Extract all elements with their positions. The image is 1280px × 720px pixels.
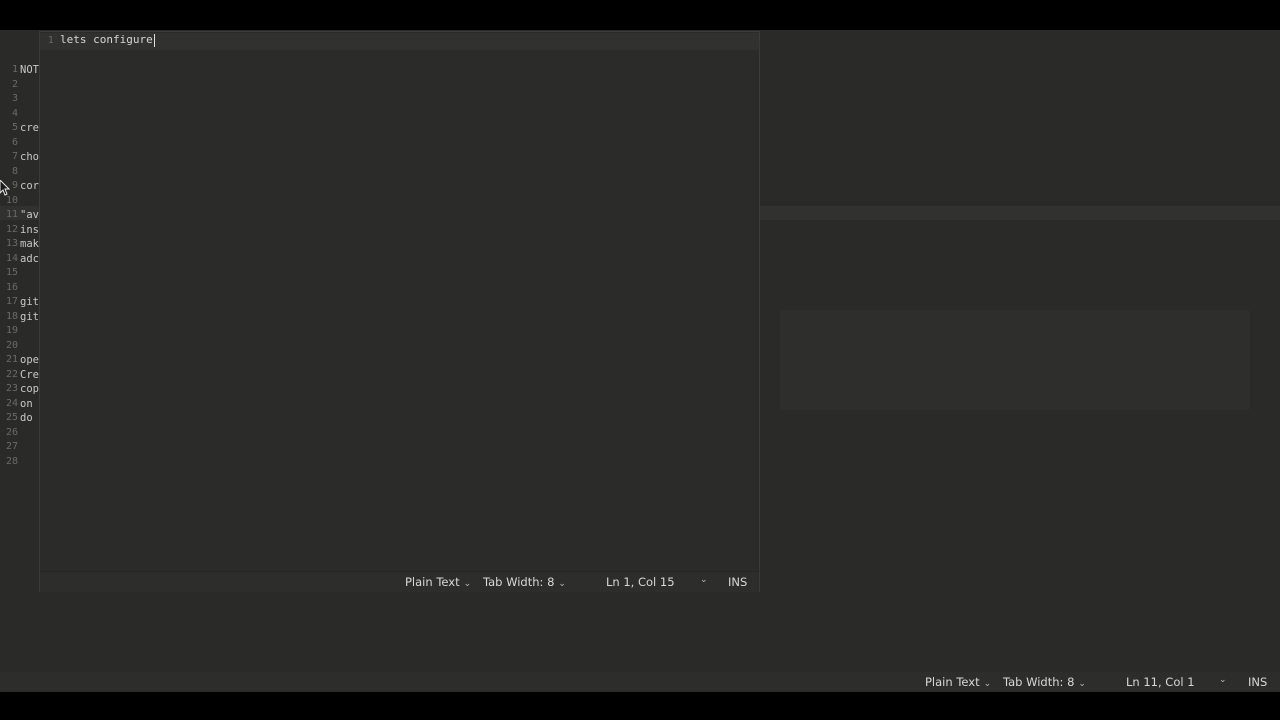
tab-width-selector[interactable]: Tab Width: 8 ⌄	[483, 575, 566, 589]
background-language-selector[interactable]: Plain Text ⌄	[925, 675, 991, 689]
editor-line[interactable]: ope	[20, 353, 40, 368]
line-number: 1	[48, 35, 54, 46]
editor-line[interactable]	[20, 136, 40, 151]
editor-line[interactable]	[20, 426, 40, 441]
editor-line[interactable]: do	[20, 411, 40, 426]
line-number: 1	[11, 64, 18, 75]
editor-line[interactable]	[20, 266, 40, 281]
top-bar	[0, 0, 1280, 30]
editor-line[interactable]	[20, 78, 40, 93]
tab-width-label: Tab Width: 8	[1003, 675, 1075, 689]
editor-line[interactable]: "av	[20, 208, 40, 223]
background-line-gutter: 1 2 3 4 5 6 7 8 9 10 11 12 13 14 15 16 17 18 19 20 21 22 23 24 2…	[0, 63, 18, 469]
editor-text-area[interactable]: lets configure	[60, 33, 155, 47]
chevron-down-icon: ⌄	[1078, 679, 1086, 689]
line-number: 17	[5, 296, 18, 307]
line-number: 12	[5, 223, 18, 235]
chevron-down-icon[interactable]: ⌄	[700, 575, 708, 585]
editor-line[interactable]	[20, 92, 40, 107]
line-number: 3	[11, 93, 18, 104]
editor-line[interactable]	[20, 281, 40, 296]
foreground-editor-window[interactable]: 1 lets configure Plain Text ⌄ Tab Width: …	[39, 31, 760, 592]
language-selector[interactable]: Plain Text ⌄	[405, 575, 471, 589]
editor-line[interactable]	[20, 455, 40, 470]
editor-line[interactable]	[20, 194, 40, 209]
editor-line[interactable]: adc	[20, 252, 40, 267]
bottom-bar	[0, 692, 1280, 720]
background-insert-mode[interactable]: INS	[1248, 675, 1267, 689]
line-number: 14	[5, 252, 18, 264]
line-number: 24	[5, 397, 18, 409]
editor-line[interactable]: mak	[20, 237, 40, 252]
line-number: 8	[11, 165, 18, 177]
editor-line[interactable]: cho	[20, 150, 40, 165]
line-number: 27	[5, 441, 18, 452]
editor-line[interactable]: on	[20, 397, 40, 412]
insert-mode[interactable]: INS	[728, 575, 747, 589]
status-bar: Plain Text ⌄ Tab Width: 8 ⌄ Ln 1, Col 15 ⌄…	[40, 571, 759, 592]
line-number: 20	[5, 339, 18, 351]
line-number: 21	[5, 354, 18, 365]
background-cursor-position[interactable]: Ln 11, Col 1	[1126, 675, 1195, 689]
chevron-down-icon: ⌄	[983, 679, 992, 689]
cursor-position[interactable]: Ln 1, Col 15	[606, 575, 675, 589]
line-number: 5	[11, 122, 18, 133]
mouse-pointer-icon	[0, 179, 11, 200]
line-number: 26	[5, 426, 18, 438]
line-number: 2	[11, 78, 18, 90]
language-label: Plain Text	[405, 575, 460, 589]
background-text-area[interactable]: NOT cre cho cor "av ins mak adc git git ope Cre cop o…	[20, 63, 40, 469]
editor-line[interactable]	[20, 165, 40, 180]
line-number: 22	[5, 368, 18, 380]
language-label: Plain Text	[925, 675, 980, 689]
line-number: 13	[5, 238, 18, 249]
editor-line[interactable]	[20, 107, 40, 122]
background-tab-width-selector[interactable]: Tab Width: 8 ⌄	[1003, 675, 1086, 689]
line-number: 18	[5, 310, 18, 322]
line-number: 16	[5, 281, 18, 293]
chevron-down-icon[interactable]: ⌄	[1219, 675, 1227, 685]
editor-line[interactable]: cor	[20, 179, 40, 194]
line-number: 28	[5, 455, 18, 467]
editor-line[interactable]	[20, 440, 40, 455]
chevron-down-icon: ⌄	[463, 579, 472, 589]
line-number: 15	[5, 267, 18, 278]
editor-line[interactable]: git	[20, 295, 40, 310]
text-cursor	[153, 33, 155, 47]
tab-width-label: Tab Width: 8	[483, 575, 555, 589]
editor-line[interactable]: Cre	[20, 368, 40, 383]
editor-line[interactable]	[20, 324, 40, 339]
line-number: 19	[5, 325, 18, 336]
editor-line[interactable]: NOT	[20, 63, 40, 78]
editor-line-text: lets configure	[60, 33, 153, 46]
editor-line[interactable]: git	[20, 310, 40, 325]
chevron-down-icon: ⌄	[558, 579, 566, 589]
editor-line[interactable]	[20, 339, 40, 354]
line-number: 23	[5, 383, 18, 394]
line-number: 6	[11, 136, 18, 148]
background-ghost-shape	[780, 310, 1250, 410]
line-number: 7	[11, 151, 18, 162]
background-status-bar: Plain Text ⌄ Tab Width: 8 ⌄ Ln 11, Col 1 ⌄…	[0, 672, 1280, 692]
editor-line[interactable]: cre	[20, 121, 40, 136]
line-number: 4	[11, 107, 18, 119]
editor-line[interactable]: cop	[20, 382, 40, 397]
line-number: 11	[5, 209, 18, 220]
line-number: 25	[5, 412, 18, 423]
editor-line[interactable]: ins	[20, 223, 40, 238]
